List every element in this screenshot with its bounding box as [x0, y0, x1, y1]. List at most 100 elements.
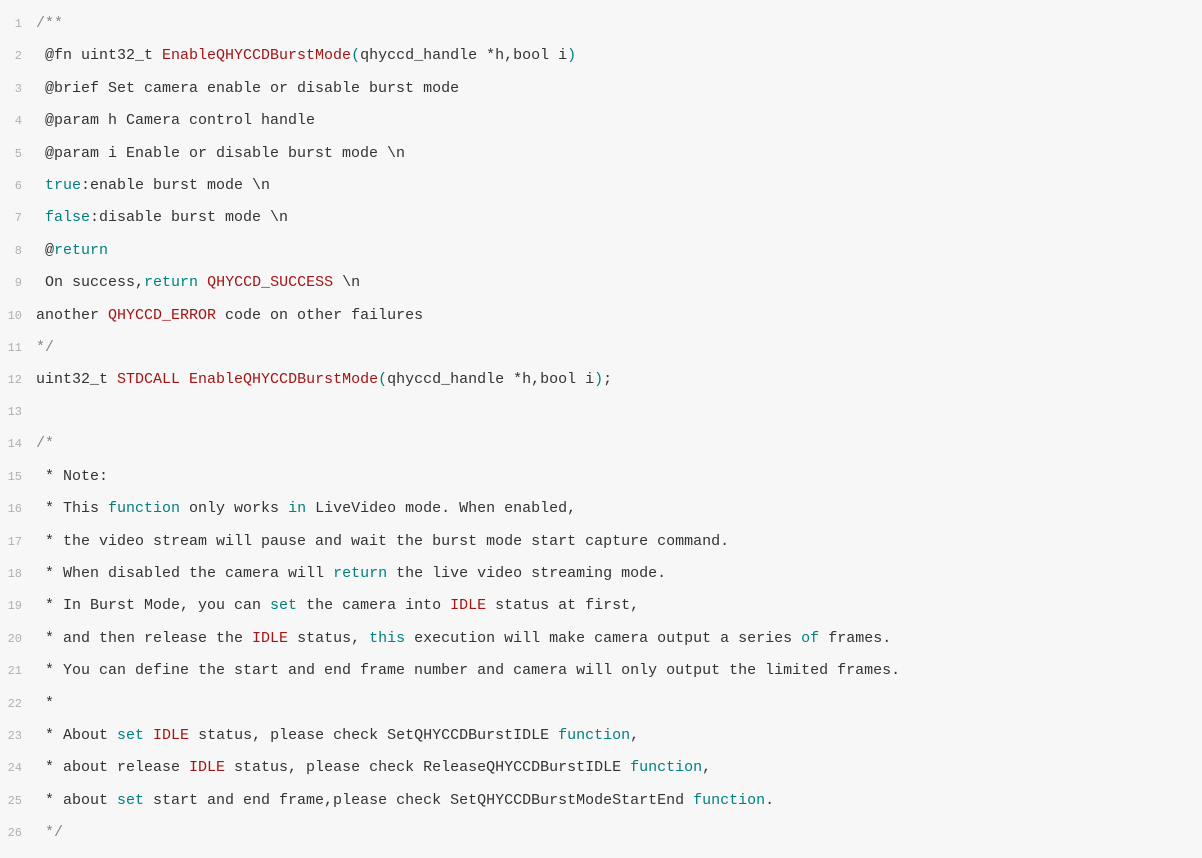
- line-number: 1: [0, 9, 36, 40]
- code-content: /**: [36, 8, 1202, 39]
- token: STDCALL: [117, 371, 180, 388]
- code-line: 11*/: [0, 332, 1202, 364]
- token: :disable burst mode \n: [90, 209, 288, 226]
- code-line: 6 true:enable burst mode \n: [0, 170, 1202, 202]
- token: true: [45, 177, 81, 194]
- token: QHYCCD_ERROR: [108, 307, 216, 324]
- token: [36, 209, 45, 226]
- token: set: [270, 597, 297, 614]
- code-line: 16 * This function only works in LiveVid…: [0, 493, 1202, 525]
- token: frames.: [819, 630, 891, 647]
- token: * Note:: [36, 468, 108, 485]
- code-block: 1/** 2 @fn uint32_t EnableQHYCCDBurstMode…: [0, 0, 1202, 858]
- code-line: 20 * and then release the IDLE status, t…: [0, 623, 1202, 655]
- code-line: 24 * about release IDLE status, please c…: [0, 752, 1202, 784]
- line-number: 16: [0, 494, 36, 525]
- line-number: 25: [0, 786, 36, 817]
- code-content: false:disable burst mode \n: [36, 202, 1202, 233]
- token: :enable burst mode \n: [81, 177, 270, 194]
- token: status at first,: [486, 597, 639, 614]
- code-line: 13: [0, 397, 1202, 428]
- token: QHYCCD_SUCCESS: [207, 274, 333, 291]
- code-content: On success,return QHYCCD_SUCCESS \n: [36, 267, 1202, 298]
- code-line: 21 * You can define the start and end fr…: [0, 655, 1202, 687]
- token: another: [36, 307, 108, 324]
- code-content: true:enable burst mode \n: [36, 170, 1202, 201]
- token: @: [36, 242, 54, 259]
- token: @brief Set camera enable or disable burs…: [36, 80, 459, 97]
- token: return: [144, 274, 198, 291]
- token: .: [765, 792, 774, 809]
- code-content: * about set start and end frame,please c…: [36, 785, 1202, 816]
- token: * and then release the: [36, 630, 252, 647]
- token: ,: [702, 759, 711, 776]
- line-number: 24: [0, 753, 36, 784]
- token: IDLE: [450, 597, 486, 614]
- token: return: [54, 242, 108, 259]
- code-line: 8 @return: [0, 235, 1202, 267]
- line-number: 2: [0, 41, 36, 72]
- code-content: uint32_t STDCALL EnableQHYCCDBurstMode(q…: [36, 364, 1202, 395]
- code-content: * and then release the IDLE status, this…: [36, 623, 1202, 654]
- token: LiveVideo mode. When enabled,: [306, 500, 576, 517]
- code-line: 2 @fn uint32_t EnableQHYCCDBurstMode(qhy…: [0, 40, 1202, 72]
- token: [180, 371, 189, 388]
- token: EnableQHYCCDBurstMode: [189, 371, 378, 388]
- code-line: 15 * Note:: [0, 461, 1202, 493]
- line-number: 10: [0, 301, 36, 332]
- token: set: [117, 792, 144, 809]
- line-number: 6: [0, 171, 36, 202]
- token: (: [378, 371, 387, 388]
- token: * You can define the start and end frame…: [36, 662, 900, 679]
- token: /**: [36, 15, 63, 32]
- code-content: * You can define the start and end frame…: [36, 655, 1202, 686]
- line-number: 23: [0, 721, 36, 752]
- code-content: * the video stream will pause and wait t…: [36, 526, 1202, 557]
- code-line: 14/*: [0, 428, 1202, 460]
- code-content: @brief Set camera enable or disable burs…: [36, 73, 1202, 104]
- line-number: 17: [0, 527, 36, 558]
- code-content: @param i Enable or disable burst mode \n: [36, 138, 1202, 169]
- token: * the video stream will pause and wait t…: [36, 533, 729, 550]
- line-number: 19: [0, 591, 36, 622]
- code-line: 9 On success,return QHYCCD_SUCCESS \n: [0, 267, 1202, 299]
- token: On success,: [36, 274, 144, 291]
- code-content: * When disabled the camera will return t…: [36, 558, 1202, 589]
- line-number: 9: [0, 268, 36, 299]
- code-content: * In Burst Mode, you can set the camera …: [36, 590, 1202, 621]
- code-line: 22 *: [0, 688, 1202, 720]
- code-line: 3 @brief Set camera enable or disable bu…: [0, 73, 1202, 105]
- token: of: [801, 630, 819, 647]
- token: * about release: [36, 759, 189, 776]
- token: * This: [36, 500, 108, 517]
- code-content: @param h Camera control handle: [36, 105, 1202, 136]
- code-content: */: [36, 332, 1202, 363]
- line-number: 8: [0, 236, 36, 267]
- line-number: 20: [0, 624, 36, 655]
- token: start and end frame,please check SetQHYC…: [144, 792, 693, 809]
- token: the camera into: [297, 597, 450, 614]
- code-content: * about release IDLE status, please chec…: [36, 752, 1202, 783]
- token: status, please check ReleaseQHYCCDBurstI…: [225, 759, 630, 776]
- token: status, please check SetQHYCCDBurstIDLE: [189, 727, 558, 744]
- token: ;: [603, 371, 612, 388]
- code-content: * Note:: [36, 461, 1202, 492]
- line-number: 13: [0, 397, 36, 428]
- code-content: * About set IDLE status, please check Se…: [36, 720, 1202, 751]
- line-number: 4: [0, 106, 36, 137]
- token: EnableQHYCCDBurstMode: [162, 47, 351, 64]
- token: code on other failures: [216, 307, 423, 324]
- token: */: [36, 824, 63, 841]
- code-line: 19 * In Burst Mode, you can set the came…: [0, 590, 1202, 622]
- code-line: 17 * the video stream will pause and wai…: [0, 526, 1202, 558]
- token: function: [630, 759, 702, 776]
- token: [36, 177, 45, 194]
- token: function: [108, 500, 180, 517]
- token: IDLE: [252, 630, 288, 647]
- token: this: [369, 630, 405, 647]
- token: [144, 727, 153, 744]
- line-number: 5: [0, 139, 36, 170]
- token: ,: [630, 727, 639, 744]
- token: false: [45, 209, 90, 226]
- code-line: 26 */: [0, 817, 1202, 849]
